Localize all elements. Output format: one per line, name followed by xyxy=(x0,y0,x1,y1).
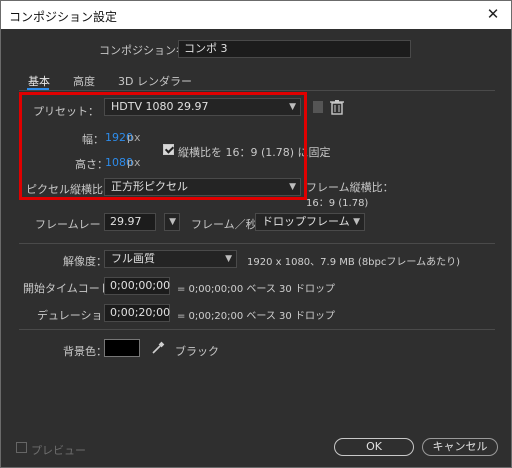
cancel-button[interactable]: キャンセル xyxy=(422,438,498,456)
chevron-down-icon: ▼ xyxy=(169,217,176,227)
start-timecode-input[interactable]: 0;00;00;00 xyxy=(104,277,170,295)
chevron-down-icon: ▼ xyxy=(225,254,232,264)
save-preset-icon[interactable] xyxy=(313,101,323,113)
drop-frame-value: ドロップフレーム xyxy=(262,215,350,228)
chevron-down-icon: ▼ xyxy=(353,217,360,227)
preview-label: プレビュー xyxy=(31,444,86,457)
trash-icon[interactable] xyxy=(329,99,345,115)
section-divider xyxy=(19,329,495,330)
frame-rate-unit-label: フレーム／秒 xyxy=(191,218,257,231)
preview-checkbox[interactable] xyxy=(16,442,27,453)
tab-advanced[interactable]: 高度 xyxy=(73,73,95,89)
drop-frame-dropdown[interactable]: ドロップフレーム ▼ xyxy=(255,213,365,231)
tab-divider xyxy=(19,90,495,91)
close-icon[interactable]: ✕ xyxy=(485,5,501,23)
background-color-label: 背景色： xyxy=(63,345,107,358)
duration-info: = 0;00;20;00 ベース 30 ドロップ xyxy=(177,311,335,322)
composition-settings-dialog: コンポジション設定 ✕ コンポジション名： コンポ 3 基本 高度 3D レンダ… xyxy=(0,0,512,468)
background-color-swatch[interactable] xyxy=(104,339,140,357)
background-color-name: ブラック xyxy=(175,345,219,358)
duration-input[interactable]: 0;00;20;00 xyxy=(104,304,170,322)
frame-aspect-value: 16：9 (1.78) xyxy=(306,198,369,209)
section-divider xyxy=(19,243,495,244)
ok-button[interactable]: OK xyxy=(334,438,414,456)
start-timecode-info: = 0;00;00;00 ベース 30 ドロップ xyxy=(177,284,335,295)
frame-rate-input[interactable]: 29.97 xyxy=(104,213,156,231)
resolution-dropdown[interactable]: フル画質 ▼ xyxy=(104,250,237,268)
resolution-label: 解像度： xyxy=(63,255,107,268)
resolution-info: 1920 x 1080、7.9 MB (8bpcフレームあたり) xyxy=(247,257,460,268)
tab-basic[interactable]: 基本 xyxy=(28,73,50,89)
comp-name-input[interactable]: コンポ 3 xyxy=(178,40,411,58)
highlight-annotation-box xyxy=(19,92,307,200)
window-title: コンポジション設定 xyxy=(9,10,118,24)
title-bar: コンポジション設定 ✕ xyxy=(1,1,511,29)
frame-aspect-label: フレーム縦横比： xyxy=(306,181,394,194)
frame-rate-preset-dropdown[interactable]: ▼ xyxy=(164,213,180,231)
eyedropper-icon[interactable] xyxy=(151,341,165,355)
resolution-value: フル画質 xyxy=(111,252,155,265)
tab-3d-renderer[interactable]: 3D レンダラー xyxy=(118,73,192,89)
